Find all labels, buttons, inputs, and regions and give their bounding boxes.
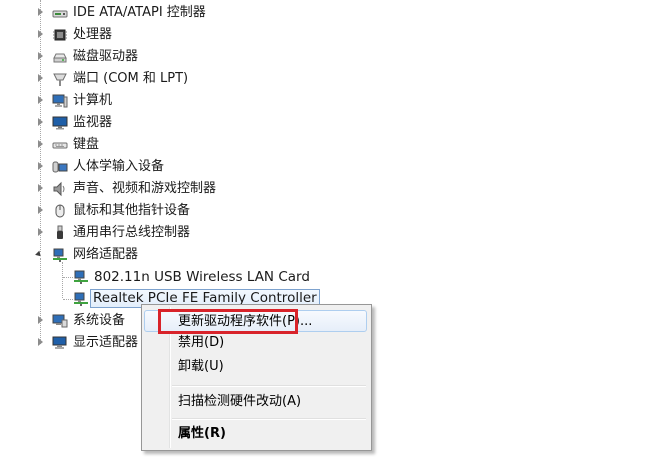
network-card-icon <box>73 269 89 285</box>
tree-item-label: 网络适配器 <box>73 247 139 262</box>
usb-icon <box>52 225 68 241</box>
expand-arrow-icon[interactable] <box>38 96 43 104</box>
port-icon <box>52 71 68 87</box>
menu-separator <box>172 418 366 420</box>
menu-item-label: 扫描检测硬件改动(A) <box>178 394 302 409</box>
menu-item-uninstall[interactable]: 卸载(U) <box>144 356 367 378</box>
annotation-highlight-box <box>158 309 298 334</box>
tree-item-hid[interactable]: 人体学输入设备 <box>0 156 420 178</box>
menu-item-label: 属性(R) <box>178 426 226 441</box>
tree-guide-line <box>63 299 73 300</box>
expand-arrow-icon[interactable] <box>38 228 43 236</box>
expand-arrow-icon[interactable] <box>38 30 43 38</box>
tree-item-monitor[interactable]: 监视器 <box>0 112 420 134</box>
menu-item-disable[interactable]: 禁用(D) <box>144 332 367 354</box>
expand-arrow-icon[interactable] <box>38 162 43 170</box>
tree-item-sound[interactable]: 声音、视频和游戏控制器 <box>0 178 420 200</box>
tree-item-label: 802.11n USB Wireless LAN Card <box>94 269 310 285</box>
tree-item-label: 鼠标和其他指针设备 <box>73 203 191 218</box>
tree-item-label: 监视器 <box>73 115 113 130</box>
tree-item-computer[interactable]: 计算机 <box>0 90 420 112</box>
expand-arrow-icon[interactable] <box>38 184 43 192</box>
tree-item-wireless-lan-card[interactable]: 802.11n USB Wireless LAN Card <box>0 266 420 288</box>
expand-arrow-icon[interactable] <box>38 140 43 148</box>
tree-item-label: 磁盘驱动器 <box>73 49 139 64</box>
system-device-icon <box>52 313 68 329</box>
expand-arrow-icon[interactable] <box>38 52 43 60</box>
menu-separator <box>172 385 366 387</box>
menu-item-label: 卸载(U) <box>178 359 224 374</box>
menu-item-label: 禁用(D) <box>178 335 225 350</box>
expand-arrow-icon[interactable] <box>38 338 43 346</box>
tree-item-label: 处理器 <box>73 27 113 42</box>
expand-arrow-icon[interactable] <box>38 316 43 324</box>
tree-item-processor[interactable]: 处理器 <box>0 24 420 46</box>
tree-item-label: 声音、视频和游戏控制器 <box>73 181 217 196</box>
disk-drive-icon <box>52 49 68 65</box>
tree-item-label: 系统设备 <box>73 313 126 328</box>
tree-item-network-adapters[interactable]: 网络适配器 <box>0 244 420 266</box>
expand-arrow-icon[interactable] <box>38 118 43 126</box>
tree-item-mouse[interactable]: 鼠标和其他指针设备 <box>0 200 420 222</box>
collapse-arrow-icon[interactable] <box>35 250 43 259</box>
expand-arrow-icon[interactable] <box>38 8 43 16</box>
monitor-icon <box>52 115 68 131</box>
expand-arrow-icon[interactable] <box>38 206 43 214</box>
network-adapter-icon <box>52 247 68 263</box>
tree-item-label: 端口 (COM 和 LPT) <box>73 71 189 86</box>
mouse-icon <box>52 203 68 219</box>
display-adapter-icon <box>52 335 68 351</box>
network-card-icon <box>73 291 89 307</box>
tree-guide-line <box>63 277 73 278</box>
tree-item-label: IDE ATA/ATAPI 控制器 <box>73 5 206 20</box>
tree-item-label: 通用串行总线控制器 <box>73 225 191 240</box>
computer-icon <box>52 93 68 109</box>
ide-controller-icon <box>52 5 68 21</box>
tree-item-disk-drive[interactable]: 磁盘驱动器 <box>0 46 420 68</box>
hid-icon <box>52 159 68 175</box>
tree-item-keyboard[interactable]: 键盘 <box>0 134 420 156</box>
speaker-icon <box>52 181 68 197</box>
tree-item-label: 人体学输入设备 <box>73 159 165 174</box>
processor-icon <box>52 27 68 43</box>
menu-item-scan-hardware[interactable]: 扫描检测硬件改动(A) <box>144 391 367 413</box>
expand-arrow-icon[interactable] <box>38 74 43 82</box>
tree-item-label: 计算机 <box>73 93 113 108</box>
keyboard-icon <box>52 137 68 153</box>
tree-item-label: 显示适配器 <box>73 335 139 350</box>
tree-item-ide-controller[interactable]: IDE ATA/ATAPI 控制器 <box>0 2 420 24</box>
tree-item-port[interactable]: 端口 (COM 和 LPT) <box>0 68 420 90</box>
menu-item-properties[interactable]: 属性(R) <box>144 423 367 445</box>
tree-item-usb[interactable]: 通用串行总线控制器 <box>0 222 420 244</box>
tree-item-label: 键盘 <box>73 137 100 152</box>
